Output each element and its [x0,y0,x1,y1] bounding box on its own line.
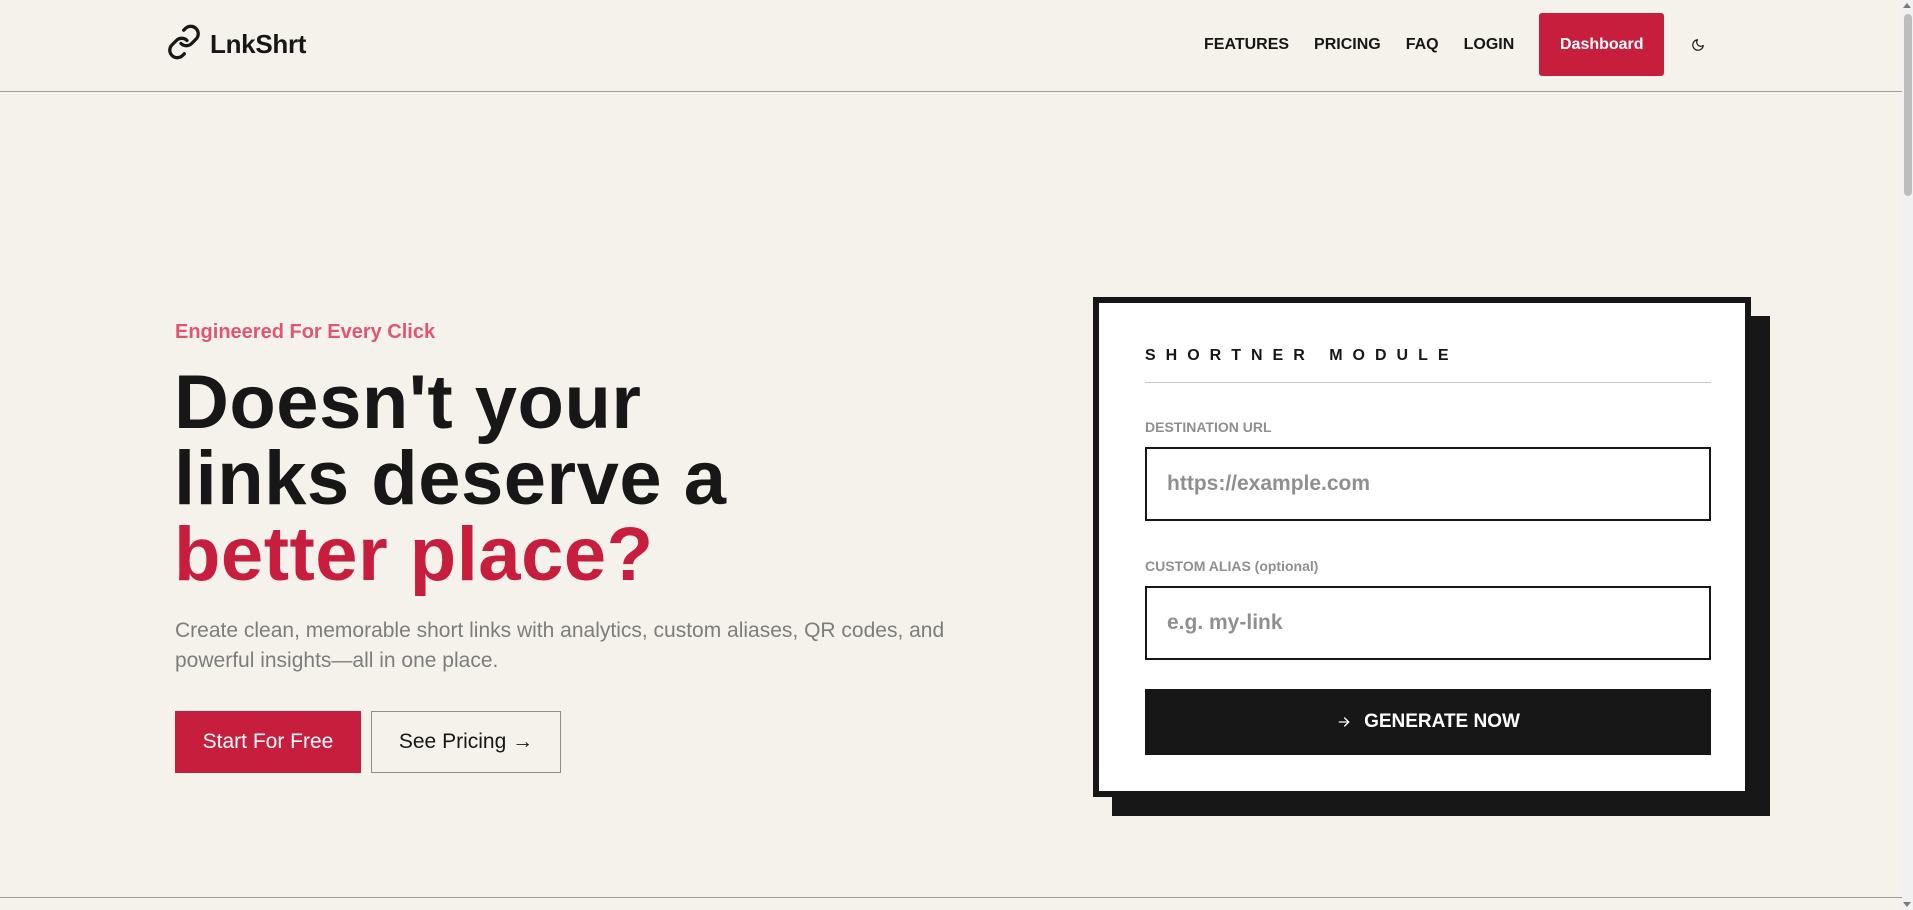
generate-now-button[interactable]: GENERATE NOW [1145,689,1711,755]
dashboard-button[interactable]: Dashboard [1539,13,1665,76]
site-header: LnkShrt FEATURES PRICING FAQ LOGIN Dashb… [0,0,1902,92]
start-for-free-button[interactable]: Start For Free [175,711,361,773]
hero-subtext: Create clean, memorable short links with… [175,619,945,672]
nav-link-features[interactable]: FEATURES [1204,36,1289,54]
scroll-down-arrow-icon[interactable] [1903,902,1911,907]
shortener-card: SHORTNER MODULE DESTINATION URL CUSTOM A… [1093,297,1751,797]
main-nav: FEATURES PRICING FAQ LOGIN Dashboard [1150,13,1902,76]
scrollbar-thumb[interactable] [1904,14,1912,196]
section-divider [0,897,1902,898]
brand-logo[interactable]: LnkShrt [166,24,307,65]
destination-url-input[interactable] [1145,447,1711,521]
scroll-up-arrow-icon[interactable] [1903,3,1911,8]
headline-accent: better place? [174,512,654,597]
generate-now-label: GENERATE NOW [1364,711,1520,732]
link-icon [166,24,202,65]
headline-line-2: links deserve a [174,436,727,521]
card-divider [1145,382,1711,383]
brand-name: LnkShrt [210,28,307,59]
nav-link-faq[interactable]: FAQ [1406,36,1439,54]
see-pricing-button[interactable]: See Pricing → [371,711,561,773]
theme-toggle-button[interactable] [1688,35,1708,55]
custom-alias-input[interactable] [1145,586,1711,660]
nav-link-login[interactable]: LOGIN [1464,36,1515,54]
moon-icon [1692,38,1705,51]
hero-eyebrow: Engineered For Every Click [175,321,436,343]
page-scrollbar[interactable] [1902,0,1913,910]
arrow-right-icon [1338,717,1350,727]
hero-headline: Doesn't your links deserve a better plac… [174,365,934,593]
custom-alias-label: CUSTOM ALIAS (optional) [1145,558,1319,574]
destination-url-label: DESTINATION URL [1145,419,1272,435]
nav-link-pricing[interactable]: PRICING [1314,36,1381,54]
card-title: SHORTNER MODULE [1145,347,1459,364]
headline-line-1: Doesn't your [174,360,642,445]
